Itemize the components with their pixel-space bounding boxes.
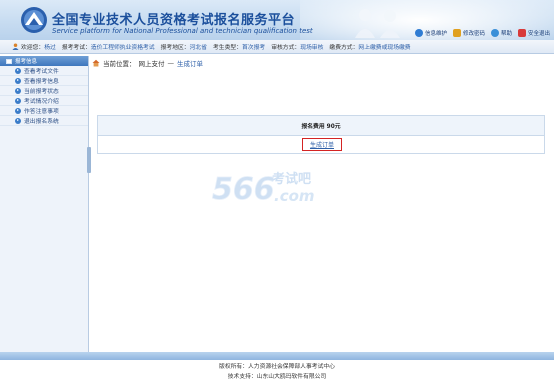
arrow-bullet-icon (15, 97, 21, 104)
exam-label: 报考考试： (61, 45, 91, 51)
sidebar-header-label: 报考信息 (15, 59, 38, 65)
arrow-bullet-icon (15, 67, 21, 74)
help-icon (490, 29, 499, 37)
sidebar-item-exam-files[interactable]: 查看考试文件 (0, 66, 88, 76)
review-method-value: 现场审核 (300, 45, 324, 51)
header-banner: 全国专业技术人员资格考试报名服务平台 Service platform for … (0, 0, 554, 40)
registration-fee: 报名费用 90元 (98, 116, 544, 136)
footer-bar (0, 352, 554, 360)
candidate-type-value: 首次报考 (242, 45, 266, 51)
arrow-bullet-icon (15, 87, 21, 94)
sidebar-item-answer-notes[interactable]: 作答注意事项 (0, 106, 88, 116)
sidebar-collapse-handle[interactable] (87, 147, 91, 173)
region-value: 河北省 (189, 45, 207, 51)
sidebar-item-label: 查看考试文件 (24, 69, 59, 75)
payment-method-value: 网上缴费或现场缴费 (358, 45, 411, 51)
watermark-logo: 566 考试吧 .com (212, 171, 315, 207)
info-maintain-label: 信息维护 (424, 31, 447, 37)
welcome-value: 杨过 (44, 45, 56, 51)
info-maintain-link[interactable]: 信息维护 (414, 29, 447, 37)
sidebar-item-label: 查看报考信息 (24, 79, 59, 85)
logout-icon (517, 29, 526, 37)
help-link[interactable]: 帮助 (490, 29, 512, 37)
sidebar-item-label: 当前报考状态 (24, 89, 59, 95)
change-password-label: 修改密码 (462, 31, 485, 37)
home-icon (92, 59, 100, 67)
arrow-bullet-icon (15, 117, 21, 124)
header-people-image (355, 9, 400, 38)
footer-tech-support: 技术支持：山东山大鸥玛软件有限公司 (227, 374, 327, 380)
platform-title: 全国专业技术人员资格考试报名服务平台 (52, 13, 296, 28)
payment-method-label: 缴费方式： (329, 45, 359, 51)
logout-label: 安全退出 (527, 31, 550, 37)
exam-value: 造价工程师执业资格考试 (90, 45, 155, 51)
header-links: 信息维护 修改密码 帮助 安全退出 (414, 29, 550, 37)
sidebar-item-label: 考试情况介绍 (24, 99, 59, 105)
region-label: 报考地区： (160, 45, 190, 51)
arrow-bullet-icon (15, 107, 21, 114)
payment-panel: 报名费用 90元 生成订单 (97, 115, 545, 154)
arrow-bullet-icon (15, 77, 21, 84)
sidebar-item-label: 退出报名系统 (24, 119, 59, 125)
breadcrumb-separator: — (167, 59, 175, 67)
sidebar: 报考信息 查看考试文件 查看报考信息 当前报考状态 考试情况介绍 作答注意事项 … (0, 56, 89, 352)
sidebar-item-registration-status[interactable]: 当前报考状态 (0, 86, 88, 96)
change-password-link[interactable]: 修改密码 (452, 29, 485, 37)
folder-icon (6, 58, 12, 64)
footer-copyright: 版权所有：人力资源社会保障部人事考试中心 (219, 364, 335, 370)
user-icon (12, 43, 19, 50)
candidate-info-bar: 欢迎您： 杨过 报考考试： 造价工程师执业资格考试 报考地区： 河北省 考生类型… (0, 40, 554, 54)
lock-icon (452, 29, 461, 37)
breadcrumb: 当前位置： 网上支付 — 生成订单 (92, 57, 203, 69)
review-method-label: 审核方式： (271, 45, 301, 51)
platform-logo-icon (21, 7, 47, 33)
info-maintain-icon (414, 29, 423, 37)
sidebar-item-registration-info[interactable]: 查看报考信息 (0, 76, 88, 86)
generate-order-button[interactable]: 生成订单 (302, 138, 342, 151)
logout-link[interactable]: 安全退出 (517, 29, 550, 37)
breadcrumb-current: 生成订单 (177, 60, 203, 68)
platform-subtitle: Service platform for National Profession… (52, 27, 313, 35)
watermark-domain: .com (274, 187, 315, 205)
sidebar-header: 报考信息 (0, 56, 88, 66)
footer: 版权所有：人力资源社会保障部人事考试中心 技术支持：山东山大鸥玛软件有限公司 (0, 362, 554, 382)
sidebar-item-label: 作答注意事项 (24, 109, 59, 115)
breadcrumb-section: 网上支付 (138, 60, 165, 68)
welcome-label: 欢迎您： (21, 45, 45, 51)
sidebar-item-exit-system[interactable]: 退出报名系统 (0, 116, 88, 126)
watermark-brand: 考试吧 (272, 171, 311, 187)
sidebar-item-exam-intro[interactable]: 考试情况介绍 (0, 96, 88, 106)
watermark-number: 566 (212, 172, 275, 207)
breadcrumb-prefix: 当前位置： (103, 60, 136, 68)
help-label: 帮助 (500, 31, 512, 37)
candidate-type-label: 考生类型： (213, 45, 242, 51)
